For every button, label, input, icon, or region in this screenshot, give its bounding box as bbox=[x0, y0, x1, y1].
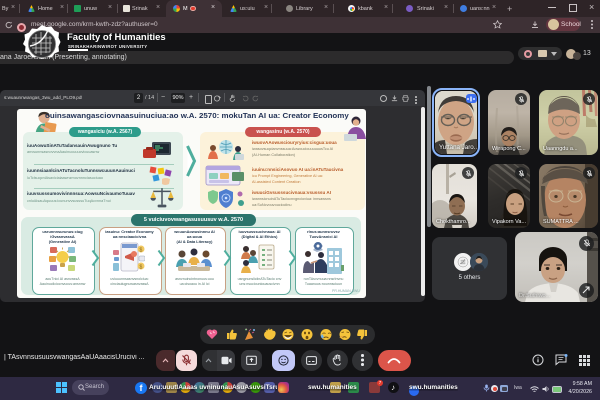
svg-text:$: $ bbox=[140, 265, 143, 271]
svg-text:$: $ bbox=[140, 248, 143, 254]
